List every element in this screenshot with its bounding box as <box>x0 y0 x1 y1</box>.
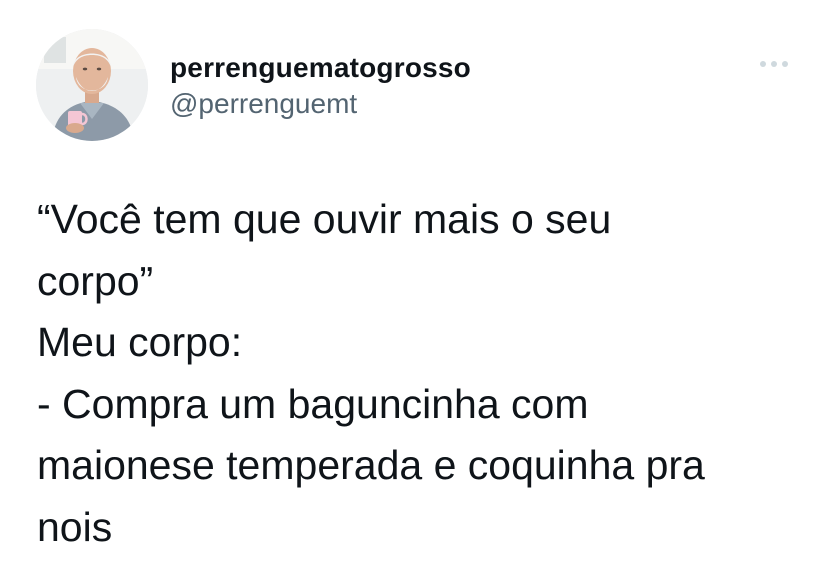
tweet-text-line: Meu corpo: <box>37 319 243 365</box>
more-horizontal-icon <box>760 61 788 67</box>
tweet-text-line: maionese temperada e coquinha pra <box>37 442 705 488</box>
user-handle[interactable]: @perrenguemt <box>170 87 471 121</box>
display-name[interactable]: perrenguematogrosso <box>170 51 471 85</box>
user-avatar-photo-icon <box>36 29 148 141</box>
user-info: perrenguematogrosso @perrenguemt <box>170 51 471 121</box>
more-options-button[interactable] <box>756 52 792 76</box>
tweet-card: perrenguematogrosso @perrenguemt “Você t… <box>0 0 828 574</box>
tweet-text: “Você tem que ouvir mais o seu corpo” Me… <box>37 189 807 558</box>
tweet-text-line: “Você tem que ouvir mais o seu <box>37 196 612 242</box>
tweet-text-line: - Compra um baguncinha com <box>37 380 589 427</box>
tweet-text-line: nois <box>37 503 113 550</box>
avatar[interactable] <box>36 29 148 141</box>
tweet-text-line: corpo” <box>37 257 154 304</box>
